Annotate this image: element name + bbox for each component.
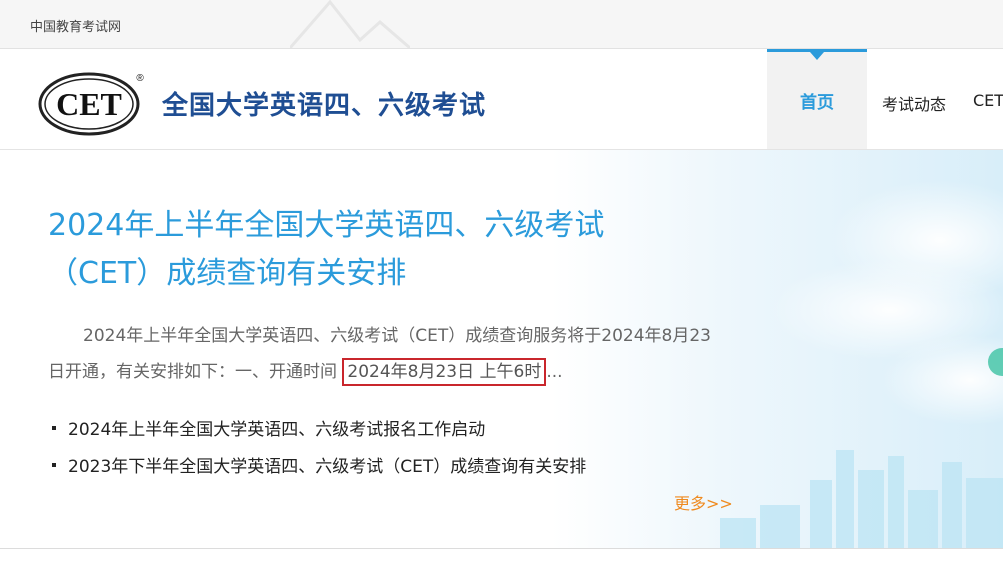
- list-item[interactable]: 2023年下半年全国大学英语四、六级考试（CET）成绩查询有关安排: [52, 449, 586, 486]
- news-list: 2024年上半年全国大学英语四、六级考试报名工作启动 2023年下半年全国大学英…: [52, 412, 586, 486]
- active-indicator-icon: [810, 52, 824, 60]
- top-bar: 中国教育考试网: [0, 0, 1003, 49]
- svg-text:®: ®: [136, 73, 144, 84]
- list-item[interactable]: 2024年上半年全国大学英语四、六级考试报名工作启动: [52, 412, 586, 449]
- news-link[interactable]: 2024年上半年全国大学英语四、六级考试报名工作启动: [68, 420, 485, 440]
- nav-item-home[interactable]: 首页: [767, 49, 867, 149]
- more-link[interactable]: 更多>>: [674, 490, 733, 514]
- site-link-neea[interactable]: 中国教育考试网: [30, 16, 121, 35]
- site-header: CET ® 全国大学英语四、六级考试 首页 考试动态 CET: [0, 49, 1003, 150]
- headline-summary: 2024年上半年全国大学英语四、六级考试（CET）成绩查询服务将于2024年8月…: [48, 318, 718, 390]
- highlighted-open-time: 2024年8月23日 上午6时: [342, 358, 547, 386]
- nav-item-exam-news[interactable]: 考试动态: [882, 91, 946, 115]
- bullet-icon: [52, 426, 56, 430]
- summary-ellipsis: ...: [546, 362, 563, 382]
- svg-text:CET: CET: [56, 86, 122, 122]
- mountain-decoration: [290, 0, 410, 48]
- news-banner: 2024年上半年全国大学英语四、六级考试（CET）成绩查询有关安排 2024年上…: [0, 150, 1003, 549]
- nav-item-label: 首页: [800, 93, 834, 113]
- news-link[interactable]: 2023年下半年全国大学英语四、六级考试（CET）成绩查询有关安排: [68, 457, 586, 477]
- nav-item-cet[interactable]: CET: [973, 91, 1003, 110]
- site-title: 全国大学英语四、六级考试: [162, 91, 487, 121]
- cet-logo[interactable]: CET ®: [38, 69, 146, 137]
- headline[interactable]: 2024年上半年全国大学英语四、六级考试（CET）成绩查询有关安排: [48, 202, 648, 298]
- bullet-icon: [52, 463, 56, 467]
